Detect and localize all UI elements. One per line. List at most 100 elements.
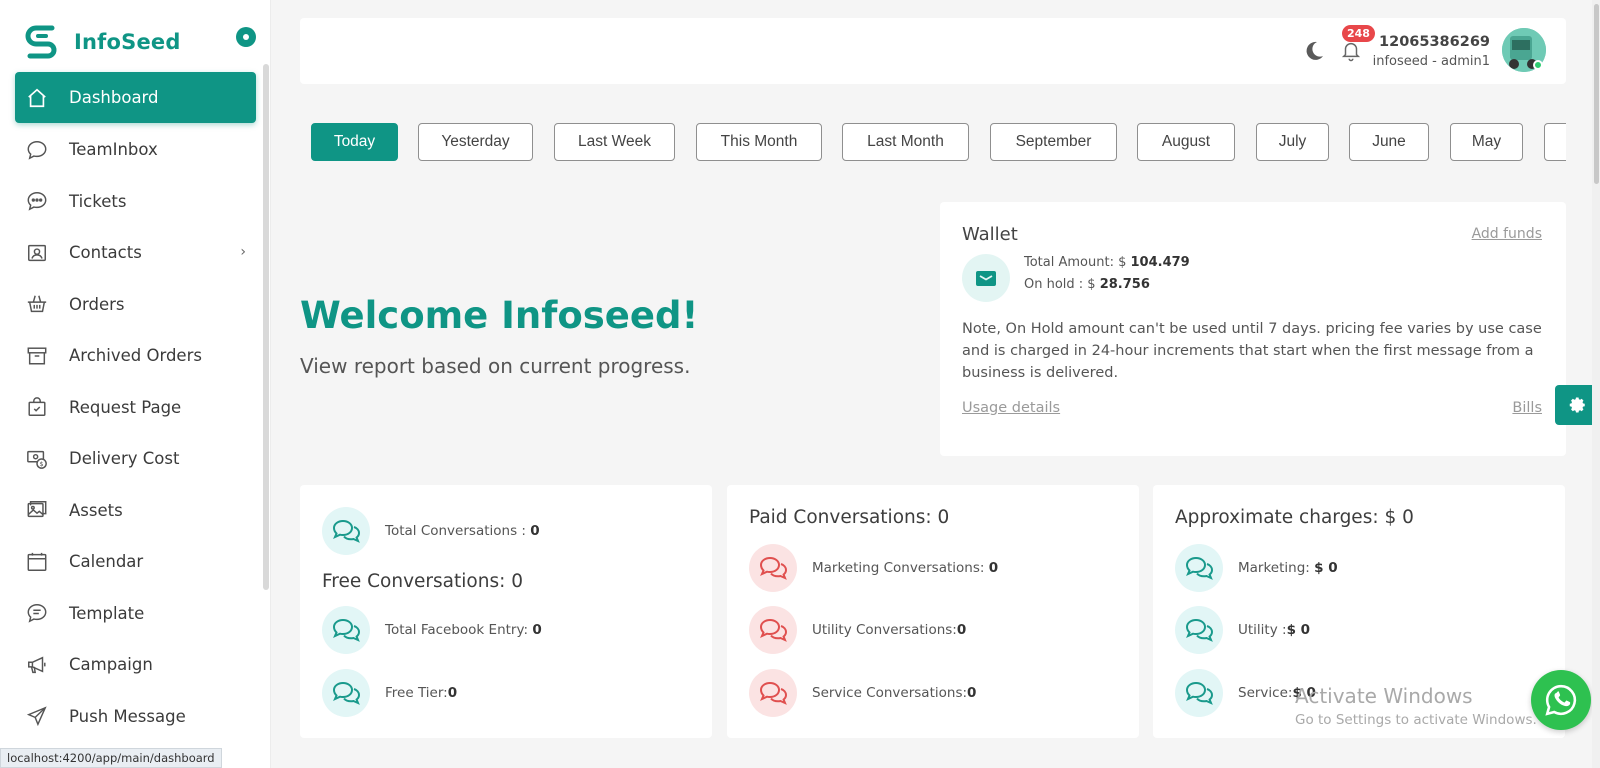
wallet-icon [962, 254, 1010, 302]
marketing-conversations-row: Marketing Conversations: 0 [749, 544, 998, 592]
calendar-icon [25, 550, 49, 574]
chat-text-icon [25, 601, 49, 625]
whatsapp-chat-button[interactable] [1531, 670, 1591, 730]
sidebar-item-label: Campaign [69, 655, 153, 675]
sidebar-item-label: Push Message [69, 706, 186, 726]
moon-icon [1306, 41, 1323, 60]
sidebar-item-label: TeamInbox [69, 140, 158, 160]
wallet-note: Note, On Hold amount can't be used until… [962, 321, 1542, 381]
sidebar-item-dashboard[interactable]: Dashboard [15, 72, 256, 123]
chevron-right-icon: › [240, 244, 246, 260]
windows-activation-watermark-text: Go to Settings to activate Windows. [1295, 712, 1537, 728]
sidebar-item-campaign[interactable]: Campaign [15, 639, 256, 691]
chat-icon [749, 544, 797, 592]
wallet-card: Wallet Add funds Total Amount: $ 104.479… [940, 202, 1566, 456]
browser-status-url: localhost:4200/app/main/dashboard [0, 748, 222, 768]
filter-september-button[interactable]: September [990, 123, 1117, 161]
sidebar-item-calendar[interactable]: Calendar [15, 536, 256, 588]
sidebar-item-label: Tickets [69, 191, 127, 211]
chat-dots-icon [25, 189, 49, 213]
welcome-subtitle: View report based on current progress. [300, 354, 691, 378]
sidebar-item-contacts[interactable]: Contacts › [15, 227, 256, 279]
sidebar: InfoSeed Dashboard TeamInbox Tickets Con… [0, 0, 271, 768]
sidebar-item-orders[interactable]: Orders [15, 279, 256, 331]
free-conversations-title: Free Conversations: 0 [322, 571, 523, 592]
chat-icon [1175, 606, 1223, 654]
sidebar-item-label: Assets [69, 500, 123, 520]
contact-card-icon [25, 241, 49, 265]
chat-icon [322, 507, 370, 555]
paid-conversations-card: Paid Conversations: 0 Marketing Conversa… [727, 485, 1139, 738]
sidebar-item-label: Archived Orders [69, 346, 202, 366]
chat-bubble-icon [25, 138, 49, 162]
wallet-total-amount: Total Amount: $ 104.479 [1024, 255, 1190, 270]
usage-details-link[interactable]: Usage details [962, 400, 1060, 416]
chat-icon [1175, 669, 1223, 717]
sidebar-item-tickets[interactable]: Tickets [15, 176, 256, 228]
sidebar-item-request-page[interactable]: Request Page [15, 382, 256, 434]
sidebar-item-label: Calendar [69, 552, 144, 572]
filter-may-button[interactable]: May [1450, 123, 1523, 161]
paid-conversations-title: Paid Conversations: 0 [749, 507, 950, 528]
page-scrollbar-thumb[interactable] [1594, 4, 1599, 184]
chat-icon [1175, 544, 1223, 592]
wallet-on-hold-amount: On hold : $ 28.756 [1024, 277, 1150, 292]
total-conversations-row: Total Conversations : 0 [322, 507, 540, 555]
notifications-button[interactable] [1340, 38, 1362, 66]
megaphone-icon [25, 653, 49, 677]
sidebar-scrollbar[interactable] [263, 64, 269, 590]
chat-icon [749, 669, 797, 717]
home-icon [25, 86, 49, 110]
sidebar-item-archived-orders[interactable]: Archived Orders [15, 330, 256, 382]
filter-june-button[interactable]: June [1349, 123, 1429, 161]
brand-name: InfoSeed [74, 30, 181, 54]
sidebar-nav: Dashboard TeamInbox Tickets Contacts › O… [15, 72, 256, 742]
whatsapp-icon [1545, 684, 1577, 716]
filter-next-button[interactable] [1544, 123, 1566, 161]
marketing-charges-row: Marketing: $ 0 [1175, 544, 1338, 592]
bills-link[interactable]: Bills [1512, 400, 1542, 416]
dark-mode-toggle[interactable] [1302, 39, 1326, 67]
sidebar-item-teaminbox[interactable]: TeamInbox [15, 124, 256, 176]
online-status-dot [1533, 60, 1543, 70]
add-funds-link[interactable]: Add funds [1472, 226, 1542, 242]
filter-this-month-button[interactable]: This Month [696, 123, 822, 161]
filter-august-button[interactable]: August [1137, 123, 1235, 161]
chat-icon [749, 606, 797, 654]
sidebar-item-template[interactable]: Template [15, 588, 256, 640]
bag-check-icon [25, 395, 49, 419]
filter-last-week-button[interactable]: Last Week [554, 123, 675, 161]
brand[interactable]: InfoSeed [22, 22, 181, 62]
sidebar-item-label: Delivery Cost [69, 449, 180, 469]
archive-icon [25, 344, 49, 368]
free-tier-row: Free Tier:0 [322, 669, 457, 717]
notification-count-badge: 248 [1342, 25, 1375, 42]
basket-icon [25, 292, 49, 316]
user-role: infoseed - admin1 [1372, 54, 1490, 69]
sidebar-item-label: Contacts [69, 243, 142, 263]
windows-activation-watermark-title: Activate Windows [1295, 684, 1473, 708]
service-conversations-row: Service Conversations:0 [749, 669, 976, 717]
filter-today-button[interactable]: Today [311, 123, 398, 161]
chat-icon [322, 669, 370, 717]
infoseed-logo-icon [25, 25, 57, 59]
sidebar-item-label: Request Page [69, 397, 182, 417]
chat-icon [322, 606, 370, 654]
filter-yesterday-button[interactable]: Yesterday [418, 123, 533, 161]
sidebar-item-assets[interactable]: Assets [15, 485, 256, 537]
utility-charges-row: Utility :$ 0 [1175, 606, 1310, 654]
filter-last-month-button[interactable]: Last Month [842, 123, 969, 161]
wallet-title: Wallet [962, 224, 1018, 245]
gear-icon [1569, 397, 1585, 413]
sidebar-item-delivery-cost[interactable]: $ Delivery Cost [15, 433, 256, 485]
sidebar-toggle-button[interactable] [236, 27, 256, 47]
date-filter-bar: Today Yesterday Last Week This Month Las… [311, 123, 1566, 163]
user-phone: 12065386269 [1379, 34, 1490, 50]
sidebar-item-label: Dashboard [69, 88, 159, 107]
total-facebook-entry-row: Total Facebook Entry: 0 [322, 606, 542, 654]
send-icon [25, 704, 49, 728]
approximate-charges-title: Approximate charges: $ 0 [1175, 507, 1414, 528]
sidebar-item-push-message[interactable]: Push Message [15, 691, 256, 743]
welcome-title: Welcome Infoseed! [300, 294, 699, 337]
filter-july-button[interactable]: July [1256, 123, 1329, 161]
